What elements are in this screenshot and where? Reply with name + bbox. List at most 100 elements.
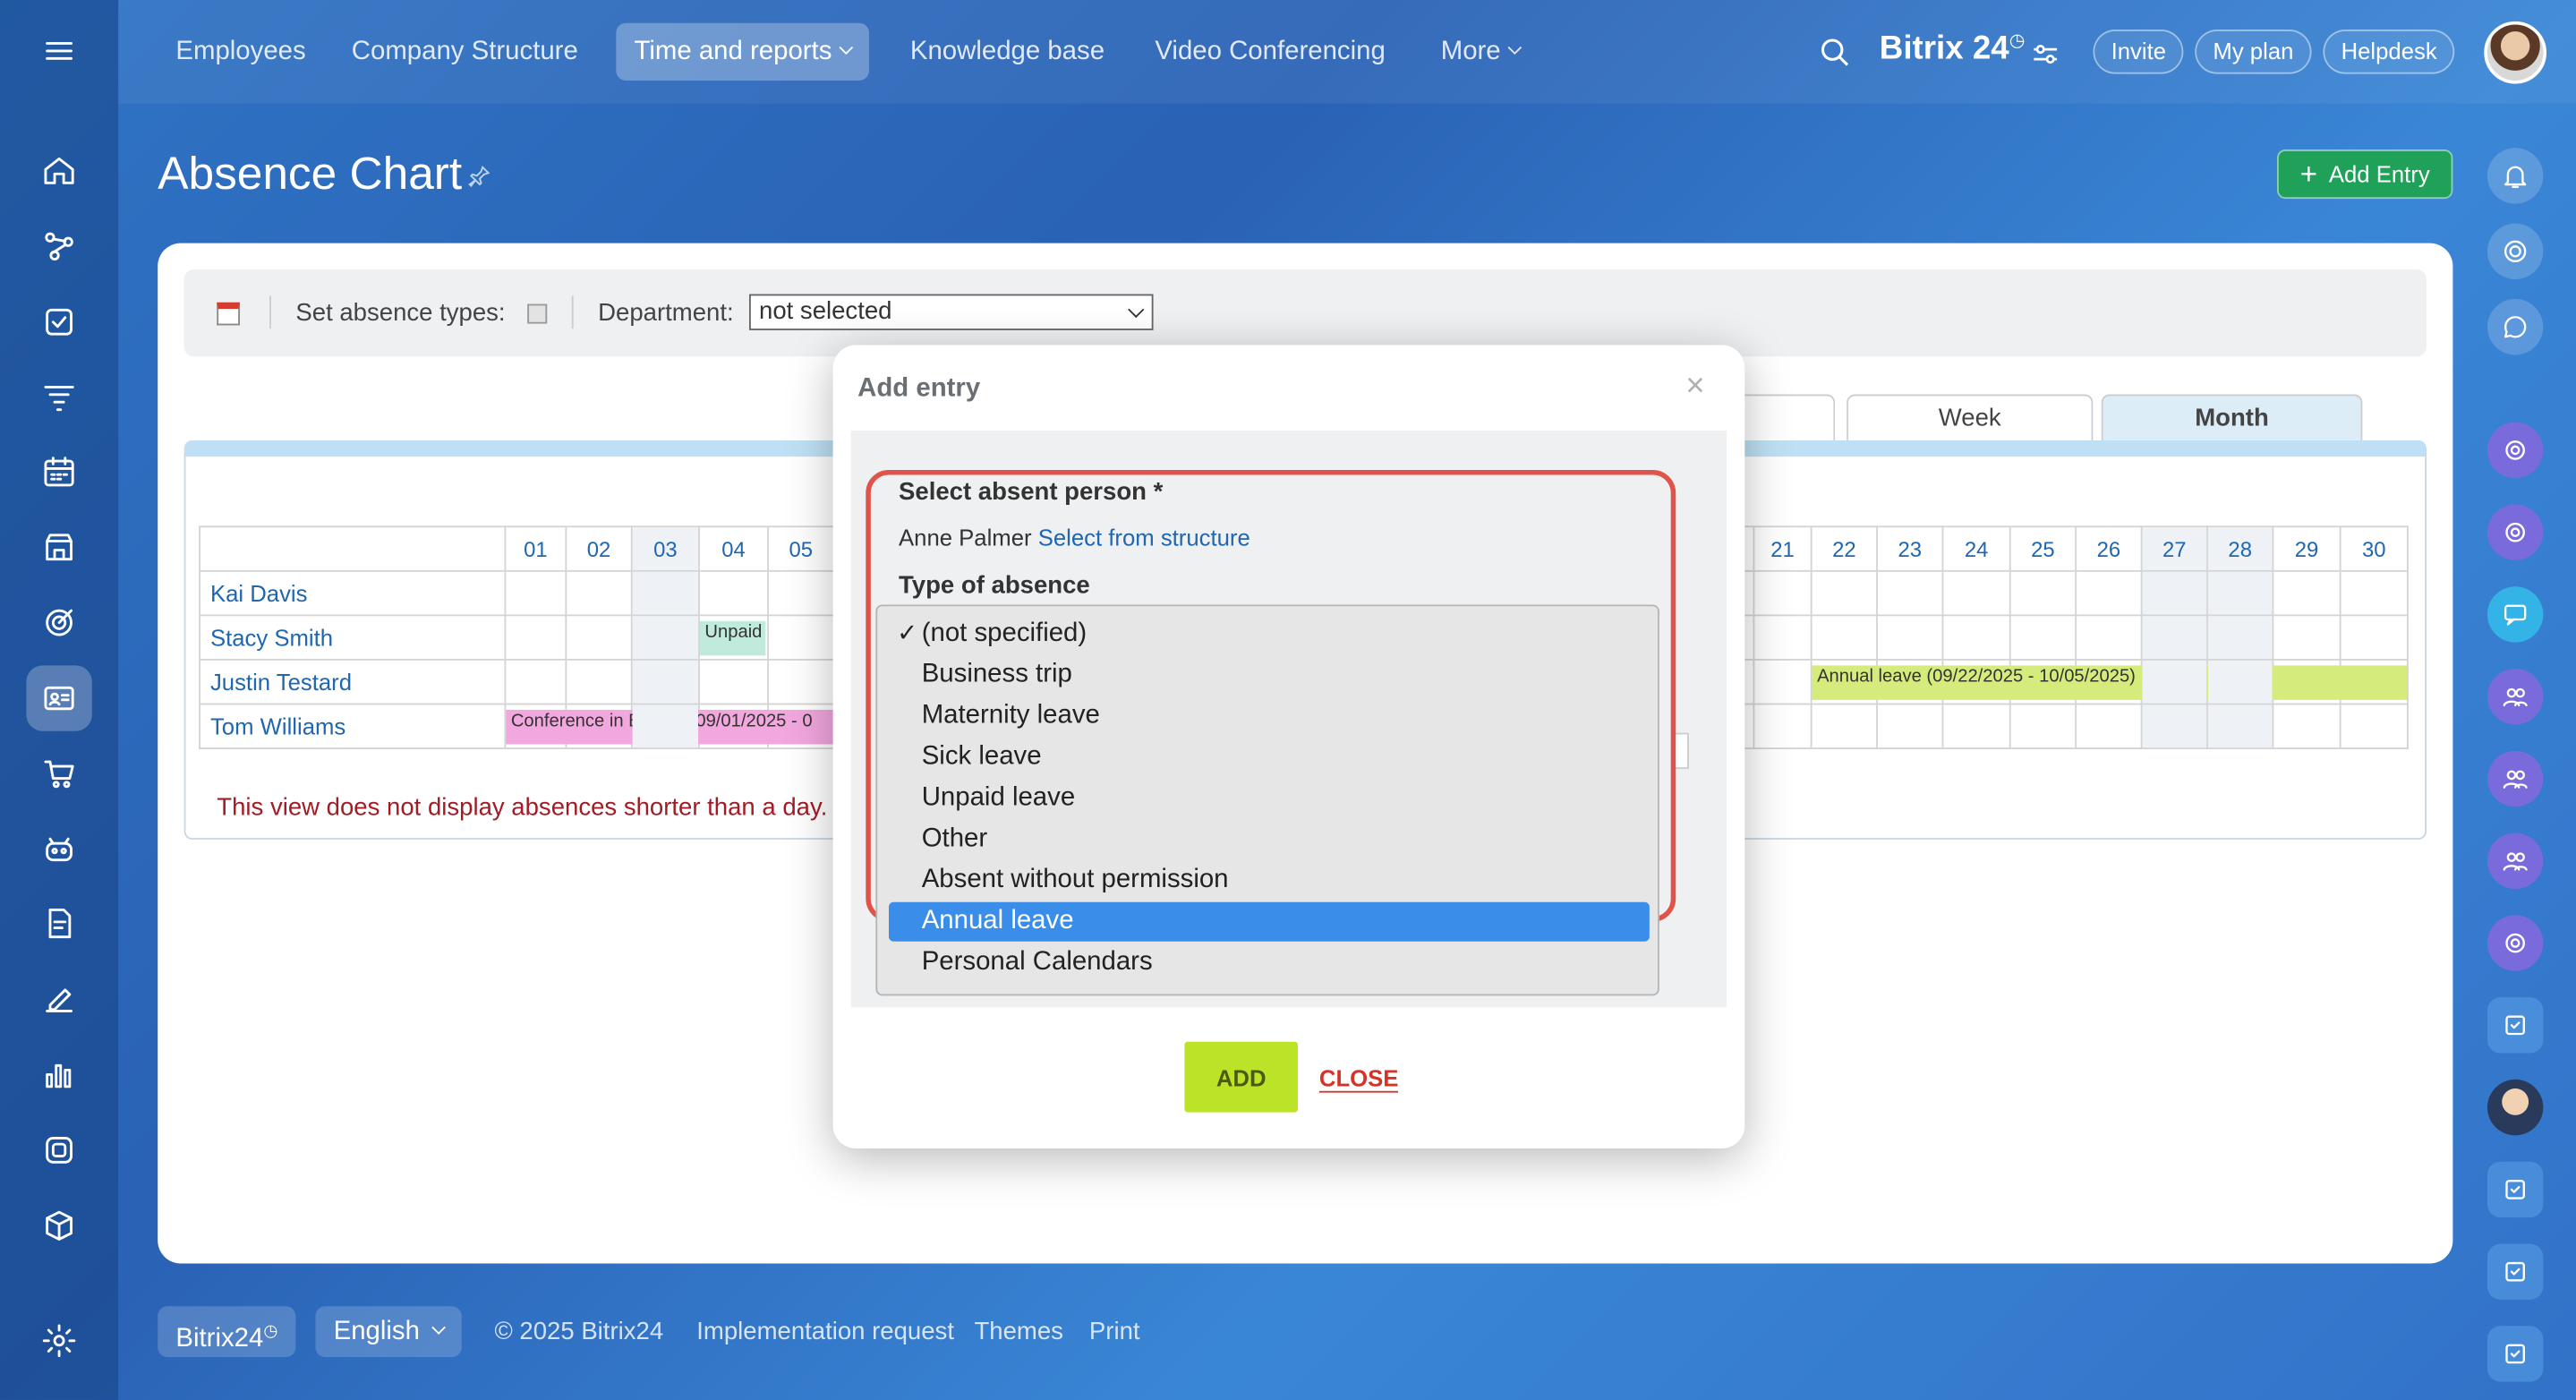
checkmark-icon: ✓ bbox=[897, 619, 918, 648]
openlines-icon[interactable] bbox=[2486, 422, 2544, 479]
option-not-specified[interactable]: ✓ (not specified) bbox=[889, 614, 1650, 653]
nav-company-structure[interactable]: Company Structure bbox=[334, 23, 596, 81]
group-chat-2-icon[interactable] bbox=[2486, 750, 2544, 807]
grid-corner bbox=[199, 525, 507, 572]
option-business-trip[interactable]: Business trip bbox=[889, 655, 1650, 695]
day-header: 21 bbox=[1753, 525, 1813, 572]
option-maternity-leave[interactable]: Maternity leave bbox=[889, 696, 1650, 736]
settings-gear-icon[interactable] bbox=[26, 1308, 91, 1373]
option-absent-without-permission[interactable]: Absent without permission bbox=[889, 861, 1650, 901]
add-button[interactable]: ADD bbox=[1184, 1041, 1299, 1113]
nav-employees[interactable]: Employees bbox=[158, 23, 324, 81]
add-entry-button[interactable]: + Add Entry bbox=[2277, 149, 2453, 200]
person-stacy-smith[interactable]: Stacy Smith bbox=[199, 614, 507, 661]
target-icon[interactable] bbox=[26, 590, 91, 655]
chat-search-icon[interactable] bbox=[2486, 299, 2544, 355]
day-header: 30 bbox=[2339, 525, 2409, 572]
footer-clock-icon: ◷ bbox=[263, 1322, 278, 1341]
crm-filter-icon[interactable] bbox=[26, 364, 91, 430]
add-entry-dialog: Add entry × Select absent person * Anne … bbox=[832, 345, 1745, 1149]
chat-bubble-icon[interactable] bbox=[2486, 586, 2544, 643]
my-plan-button[interactable]: My plan bbox=[2195, 30, 2312, 74]
footer-themes-link[interactable]: Themes bbox=[974, 1318, 1062, 1345]
absence-bar-unpaid[interactable]: Unpaid bbox=[699, 620, 766, 656]
tab-week[interactable]: Week bbox=[1847, 394, 2094, 440]
right-sidebar bbox=[2478, 104, 2576, 1400]
close-button[interactable]: CLOSE bbox=[1318, 1064, 1399, 1093]
shop-cart-icon[interactable] bbox=[26, 741, 91, 807]
language-select[interactable]: English bbox=[315, 1306, 463, 1358]
absence-type-dropdown[interactable]: ✓ (not specified) Business trip Maternity… bbox=[875, 604, 1659, 996]
home-icon[interactable] bbox=[26, 138, 91, 203]
nav-time-and-reports[interactable]: Time and reports bbox=[616, 22, 870, 81]
footer-print-link[interactable]: Print bbox=[1089, 1318, 1140, 1345]
store-icon[interactable] bbox=[26, 515, 91, 580]
short-absence-note: This view does not display absences shor… bbox=[217, 793, 828, 822]
footer-implementation-link[interactable]: Implementation request bbox=[696, 1318, 954, 1345]
market-box-icon[interactable] bbox=[26, 1193, 91, 1259]
brand-clock-icon: ◷ bbox=[2009, 30, 2026, 51]
menu-icon[interactable] bbox=[26, 18, 91, 83]
department-select[interactable]: not selected bbox=[748, 294, 1154, 330]
openlines-2-icon[interactable] bbox=[2486, 504, 2544, 560]
copilot-icon[interactable] bbox=[2486, 223, 2544, 280]
calendar-icon[interactable] bbox=[26, 439, 91, 504]
invite-button[interactable]: Invite bbox=[2093, 30, 2185, 74]
toolbar-divider bbox=[571, 295, 574, 329]
group-chat-3-icon[interactable] bbox=[2486, 832, 2544, 890]
filter-toolbar: Set absence types: Department: not selec… bbox=[183, 269, 2427, 357]
page-title: Absence Chart bbox=[158, 148, 463, 200]
option-personal-calendars[interactable]: Personal Calendars bbox=[889, 943, 1650, 983]
day-header: 25 bbox=[2009, 525, 2077, 572]
option-sick-leave[interactable]: Sick leave bbox=[889, 738, 1650, 777]
task-chat-2-icon[interactable] bbox=[2486, 1161, 2544, 1218]
sites-icon[interactable] bbox=[26, 1117, 91, 1182]
footer-brand-button[interactable]: Bitrix24◷ bbox=[158, 1306, 296, 1358]
day-header: 28 bbox=[2206, 525, 2274, 572]
helpdesk-button[interactable]: Helpdesk bbox=[2323, 30, 2455, 74]
feed-icon[interactable] bbox=[26, 214, 91, 279]
day-header: 05 bbox=[767, 525, 835, 572]
robot-icon[interactable] bbox=[26, 816, 91, 882]
task-chat-4-icon[interactable] bbox=[2486, 1326, 2544, 1382]
search-icon[interactable] bbox=[1819, 36, 1852, 69]
nav-knowledge-base[interactable]: Knowledge base bbox=[892, 23, 1123, 81]
day-header: 23 bbox=[1876, 525, 1944, 572]
tab-month[interactable]: Month bbox=[2101, 394, 2363, 440]
openlines-3-icon[interactable] bbox=[2486, 915, 2544, 971]
person-tom-williams[interactable]: Tom Williams bbox=[199, 703, 507, 749]
option-annual-leave[interactable]: Annual leave bbox=[889, 901, 1650, 942]
notifications-bell-icon[interactable] bbox=[2486, 148, 2544, 204]
absence-types-label: Set absence types: bbox=[295, 299, 506, 328]
day-header: 02 bbox=[565, 525, 633, 572]
pin-icon[interactable] bbox=[468, 165, 491, 188]
day-header: 26 bbox=[2075, 525, 2143, 572]
contact-avatar[interactable] bbox=[2486, 1079, 2544, 1136]
close-icon[interactable]: × bbox=[1685, 368, 1704, 405]
documents-icon[interactable] bbox=[26, 891, 91, 956]
chevron-down-icon bbox=[840, 40, 854, 55]
sign-icon[interactable] bbox=[26, 966, 91, 1031]
tasks-icon[interactable] bbox=[26, 289, 91, 354]
nav-video-conferencing[interactable]: Video Conferencing bbox=[1137, 23, 1403, 81]
person-justin-testard[interactable]: Justin Testard bbox=[199, 659, 507, 705]
nav-more-label: More bbox=[1440, 38, 1501, 66]
option-unpaid-leave[interactable]: Unpaid leave bbox=[889, 779, 1650, 818]
calendar-small-icon[interactable] bbox=[217, 302, 240, 326]
option-other[interactable]: Other bbox=[889, 820, 1650, 859]
person-kai-davis[interactable]: Kai Davis bbox=[199, 569, 507, 617]
group-chat-icon[interactable] bbox=[2486, 669, 2544, 725]
footer-brand-label: Bitrix24 bbox=[175, 1325, 264, 1353]
task-chat-icon[interactable] bbox=[2486, 997, 2544, 1054]
nav-more[interactable]: More bbox=[1423, 23, 1539, 81]
analytics-icon[interactable] bbox=[26, 1042, 91, 1107]
brand-logo[interactable]: Bitrix 24◷ bbox=[1880, 30, 2026, 68]
absence-types-checkbox[interactable] bbox=[527, 303, 548, 324]
day-header: 01 bbox=[504, 525, 567, 572]
day-header: 29 bbox=[2272, 525, 2341, 572]
brand-name: Bitrix 24 bbox=[1879, 30, 2009, 67]
employees-icon[interactable] bbox=[26, 665, 92, 731]
user-avatar[interactable] bbox=[2484, 21, 2547, 84]
brand-settings-icon[interactable] bbox=[2033, 43, 2059, 66]
task-chat-3-icon[interactable] bbox=[2486, 1243, 2544, 1300]
